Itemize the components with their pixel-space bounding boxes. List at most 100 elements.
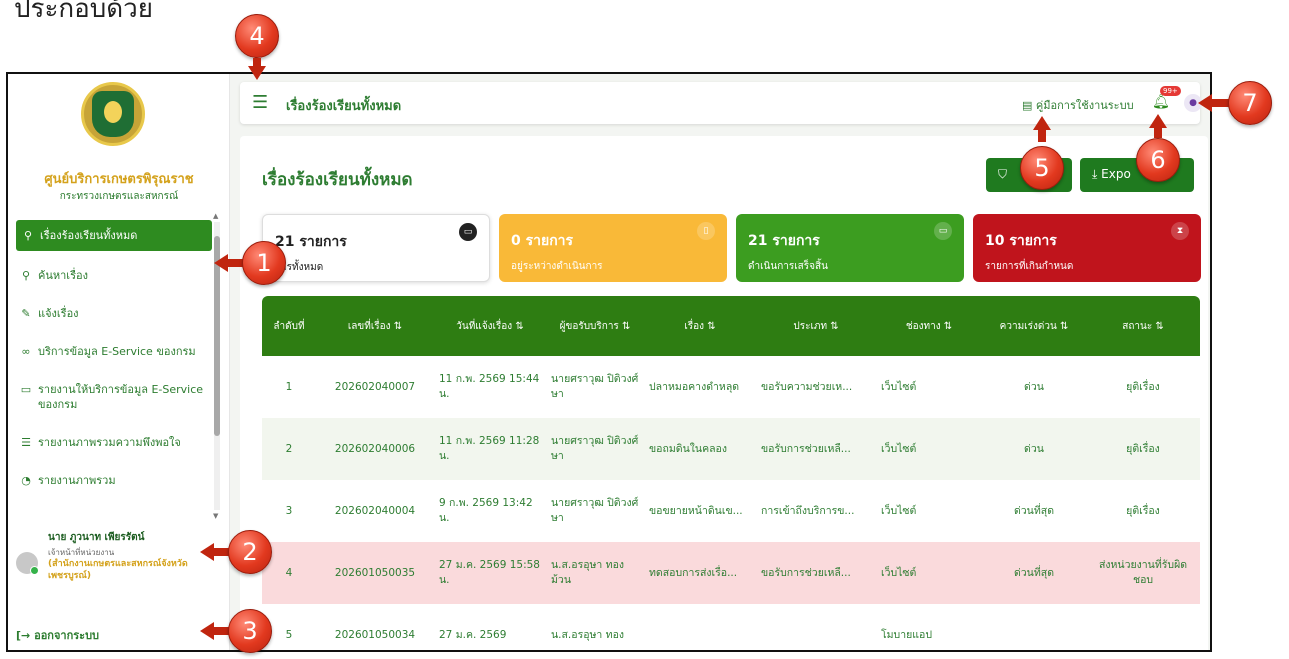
- sidebar-item-label: เรื่องร้องเรียนทั้งหมด: [40, 229, 138, 242]
- column-header[interactable]: ผู้ขอรับบริการ ⇅: [546, 296, 644, 356]
- search-icon: ⚲: [23, 229, 33, 242]
- column-header[interactable]: เลขที่เรื่อง ⇅: [316, 296, 434, 356]
- table-cell: ขอรับความช่วยเห...: [761, 380, 853, 393]
- sidebar-item-5[interactable]: ☰ รายงานภาพรวมความพึงพอใจ: [16, 429, 212, 456]
- table-cell: ด่วนที่สุด: [1013, 504, 1055, 517]
- topbar-title: เรื่องร้องเรียนทั้งหมด: [286, 99, 402, 114]
- table-cell: 202602040004: [334, 504, 416, 517]
- table-cell: [1086, 604, 1200, 650]
- screenshot: ประกอบด้วย ศูนย์บริการเกษตรพิรุณราช กระท…: [0, 0, 1289, 659]
- column-header[interactable]: เรื่อง ⇅: [644, 296, 756, 356]
- sidebar-item-6[interactable]: ◔ รายงานภาพรวม: [16, 467, 212, 494]
- table-cell: [644, 604, 756, 650]
- table-cell: ขอรับการช่วยเหลื...: [761, 442, 851, 455]
- table-cell: 11 ก.พ. 2569 15:44 น.: [439, 373, 540, 400]
- column-header[interactable]: ความเร่งด่วน ⇅: [982, 296, 1086, 356]
- table-cell: น.ส.อรอุษา ทองม้วน: [551, 559, 625, 586]
- sidebar-item-1[interactable]: ⚲ ค้นหาเรื่อง: [16, 262, 212, 289]
- logout-label: ออกจากระบบ: [34, 629, 100, 642]
- callout-7: 7: [1228, 81, 1272, 125]
- table-cell: 202602040006: [334, 442, 416, 455]
- summary-cards: 21 รายการ การทั้งหมด ▭ 0 รายการ อยู่ระหว…: [262, 214, 1202, 284]
- scroll-up-icon[interactable]: ▲: [213, 212, 218, 220]
- logout-icon: [→: [16, 629, 31, 642]
- table-cell: เว็บไซต์: [881, 566, 917, 579]
- card-total[interactable]: 21 รายการ การทั้งหมด ▭: [262, 214, 490, 282]
- table-cell: [756, 604, 876, 650]
- card-desc: รายการที่เกินกำหนด: [985, 261, 1074, 272]
- card-in-progress[interactable]: 0 รายการ อยู่ระหว่างดำเนินการ ▯: [499, 214, 727, 282]
- column-header[interactable]: ประเภท ⇅: [756, 296, 876, 356]
- sidebar-item-3[interactable]: ∞ บริการข้อมูล E-Service ของกรม: [16, 338, 212, 365]
- column-header[interactable]: สถานะ ⇅: [1086, 296, 1200, 356]
- column-header[interactable]: ช่องทาง ⇅: [876, 296, 982, 356]
- table-cell: การเข้าถึงบริการข...: [761, 504, 855, 517]
- intro-text: ประกอบด้วย: [14, 0, 154, 24]
- table-cell: เว็บไซต์: [881, 442, 917, 455]
- table-cell: ปลาหมอคางดำหลุด: [649, 380, 740, 393]
- table-row[interactable]: 5 202601050034 27 ม.ค. 2569 น.ส.อรอุษา ทองโ…: [262, 604, 1200, 650]
- table-cell: ยุติเรื่อง: [1126, 380, 1160, 393]
- hamburger-menu-icon[interactable]: ☰: [252, 92, 268, 113]
- search-icon: ⚲: [21, 269, 31, 282]
- callout-6: 6: [1136, 138, 1180, 182]
- callout-4: 4: [235, 14, 279, 58]
- table-cell: โมบายแอป: [881, 628, 933, 641]
- card-completed[interactable]: 21 รายการ ดำเนินการเสร็จสิ้น ▭: [736, 214, 964, 282]
- chart-icon: ◔: [21, 474, 31, 487]
- card-desc: การทั้งหมด: [275, 262, 324, 273]
- topbar: ☰ เรื่องร้องเรียนทั้งหมด ▤ คู่มือการใช้ง…: [240, 82, 1202, 124]
- sidebar-item-0[interactable]: ⚲ เรื่องร้องเรียนทั้งหมด: [16, 220, 212, 251]
- table-cell: 3: [285, 504, 293, 517]
- page-title: เรื่องร้องเรียนทั้งหมด: [262, 170, 413, 190]
- sidebar-item-label: แจ้งเรื่อง: [38, 307, 79, 320]
- table-cell: ขอรับการช่วยเหลื...: [761, 566, 851, 579]
- column-header[interactable]: วันที่แจ้งเรื่อง ⇅: [434, 296, 546, 356]
- table-row[interactable]: 1 202602040007 11 ก.พ. 2569 15:44 น. นายศรา…: [262, 356, 1200, 418]
- notification-badge: 99+: [1160, 86, 1181, 96]
- table-row[interactable]: 4 202601050035 27 ม.ค. 2569 15:58 น. น.ส.อร…: [262, 542, 1200, 604]
- user-name: นาย ภูวนาท เพียรรัตน์: [48, 532, 145, 543]
- table-cell: ส่งหน่วยงานที่รับผิดชอบ: [1098, 559, 1188, 586]
- card-overdue[interactable]: 10 รายการ รายการที่เกินกำหนด ⧗: [973, 214, 1201, 282]
- table-row[interactable]: 2 202602040006 11 ก.พ. 2569 11:28 น. นายศรา…: [262, 418, 1200, 480]
- folder-icon: ▭: [459, 223, 477, 241]
- table-cell: 1: [285, 380, 293, 393]
- table-cell: นายศราวุฒ ปิติวงศ์ษา: [551, 373, 639, 400]
- sidebar-item-label: รายงานภาพรวมความพึงพอใจ: [38, 436, 181, 449]
- table-cell: 9 ก.พ. 2569 13:42 น.: [439, 497, 533, 524]
- table-header: ลำดับที่ เลขที่เรื่อง ⇅ วันที่แจ้งเรื่อง ⇅…: [262, 296, 1200, 356]
- user-manual-link[interactable]: ▤ คู่มือการใช้งานระบบ: [1022, 96, 1134, 114]
- export-label: Expo: [1101, 167, 1131, 181]
- table-row[interactable]: 3 202602040004 9 ก.พ. 2569 13:42 น. นายศราว…: [262, 480, 1200, 542]
- org-subtitle: กระทรวงเกษตรและสหกรณ์: [59, 191, 179, 202]
- main-content: เรื่องร้องเรียนทั้งหมด ⛉ ⤓ Expo 21 รายกา…: [240, 136, 1208, 650]
- callout-5: 5: [1020, 146, 1064, 190]
- table-cell: 27 ม.ค. 2569: [439, 628, 507, 641]
- table-cell: ยุติเรื่อง: [1126, 442, 1160, 455]
- card-desc: ดำเนินการเสร็จสิ้น: [748, 261, 828, 272]
- sidebar-item-label: บริการข้อมูล E-Service ของกรม: [38, 345, 196, 358]
- callout-2: 2: [228, 530, 272, 574]
- notification-bell-icon[interactable]: 🔔︎: [1152, 94, 1170, 110]
- logo: [81, 82, 145, 146]
- table-cell: เว็บไซต์: [881, 380, 917, 393]
- document-icon: ▯: [697, 222, 715, 240]
- table-body: 1 202602040007 11 ก.พ. 2569 15:44 น. นายศรา…: [262, 356, 1200, 650]
- monitor-icon: ▭: [20, 383, 32, 396]
- avatar: [16, 552, 39, 575]
- callout-3: 3: [228, 609, 272, 653]
- user-manual-label: คู่มือการใช้งานระบบ: [1035, 99, 1134, 112]
- sidebar-item-2[interactable]: ✎ แจ้งเรื่อง: [16, 300, 212, 327]
- scroll-down-icon[interactable]: ▼: [213, 512, 218, 520]
- table-cell: น.ส.อรอุษา ทอง: [551, 628, 625, 641]
- column-header[interactable]: ลำดับที่: [262, 296, 316, 356]
- logout-button[interactable]: [→ ออกจากระบบ: [16, 626, 99, 644]
- table-cell: 202602040007: [334, 380, 416, 393]
- sidebar-item-label: รายงานภาพรวม: [38, 474, 116, 487]
- card-count: 0 รายการ: [511, 233, 574, 249]
- sidebar-item-label: ค้นหาเรื่อง: [38, 269, 88, 282]
- table-cell: นายศราวุฒ ปิติวงศ์ษา: [551, 497, 639, 524]
- sidebar-item-4[interactable]: ▭ รายงานให้บริการข้อมูล E-Service ของกรม: [16, 376, 212, 418]
- link-icon: ∞: [21, 345, 31, 358]
